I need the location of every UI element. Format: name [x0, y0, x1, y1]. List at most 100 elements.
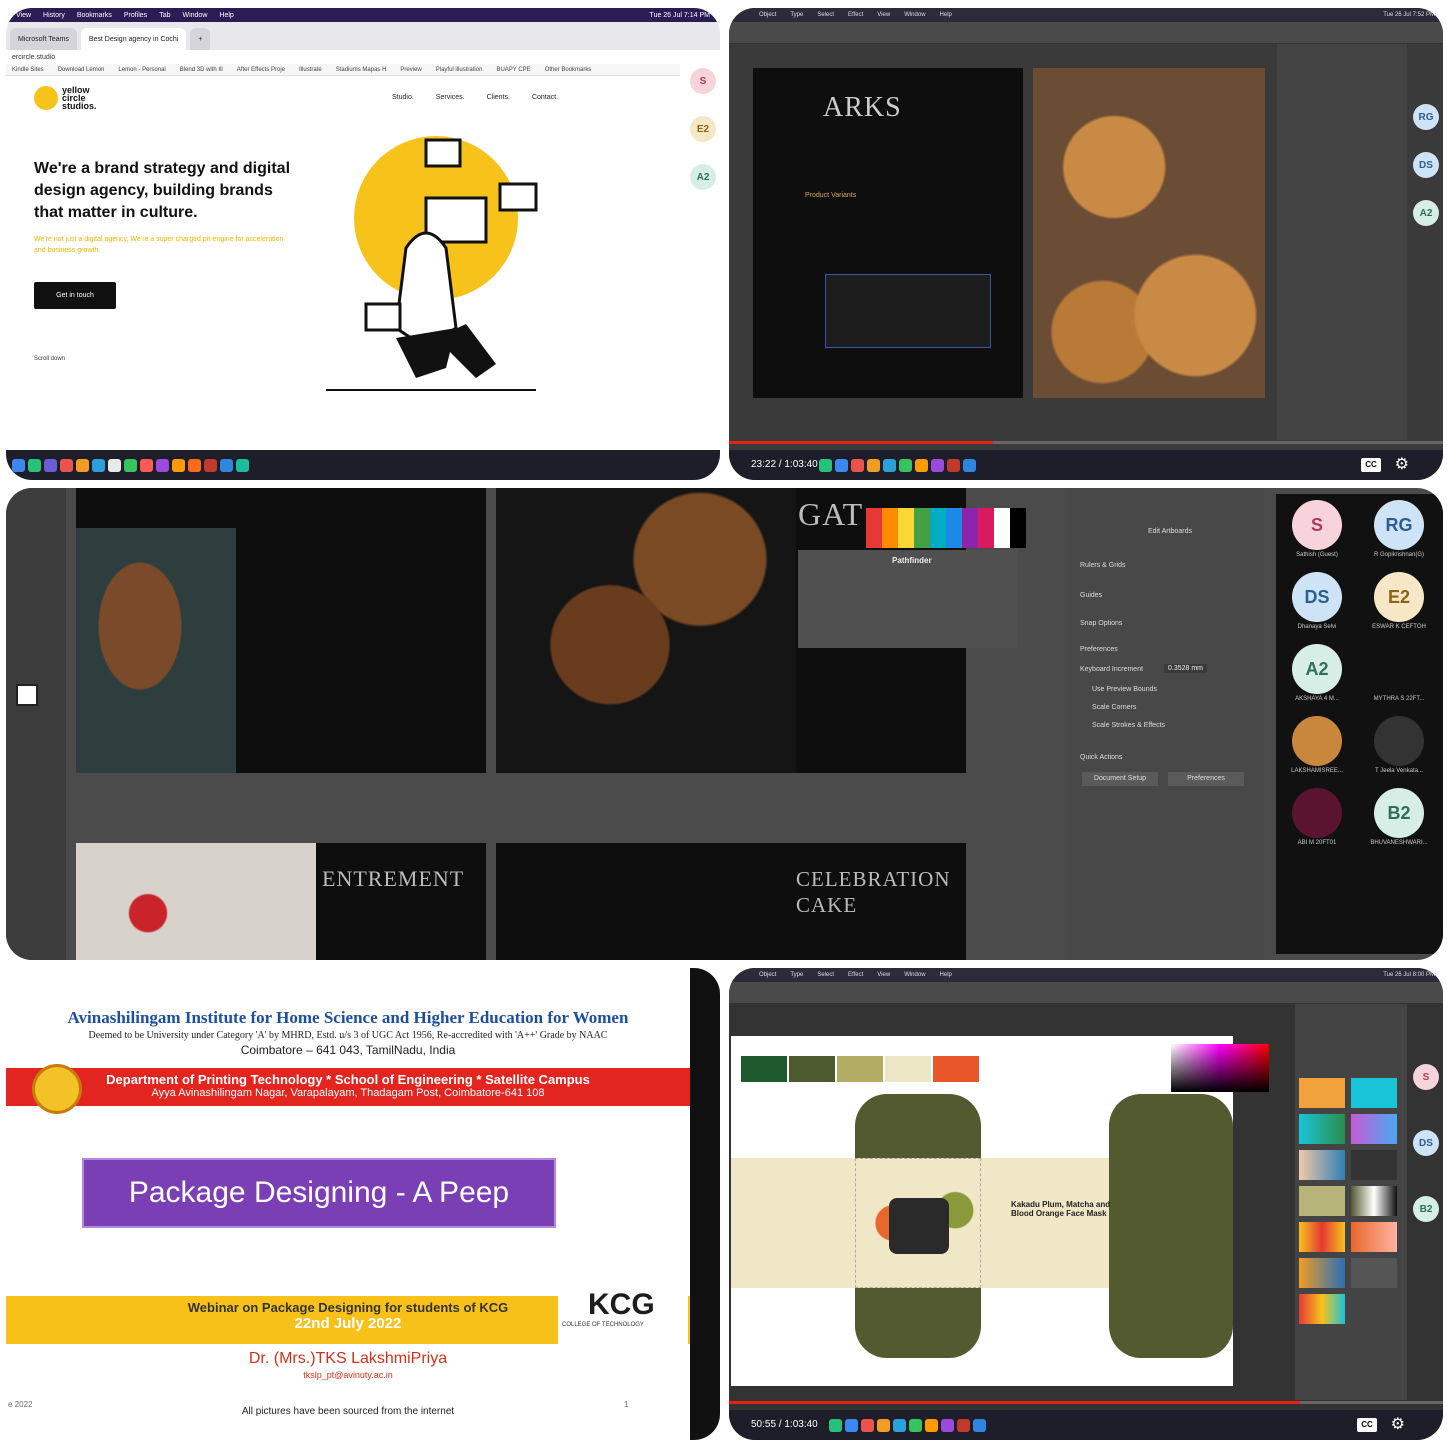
captions-icon[interactable]: CC — [1361, 458, 1381, 472]
captions-icon[interactable]: CC — [1357, 1418, 1377, 1432]
menu-item[interactable]: Help — [940, 972, 952, 978]
app-icon[interactable] — [915, 458, 928, 472]
app-icon[interactable] — [172, 458, 185, 472]
menu-item[interactable]: Object — [759, 972, 776, 978]
menu-item[interactable]: View — [877, 972, 890, 978]
bookmark[interactable]: Preview — [400, 67, 421, 73]
app-icon[interactable] — [124, 458, 137, 472]
app-icon[interactable] — [893, 1418, 906, 1432]
participant-avatar[interactable] — [1374, 716, 1424, 766]
app-icon[interactable] — [12, 458, 25, 472]
video-progress[interactable] — [729, 441, 1443, 444]
bookmark[interactable]: BUAPY CPE — [496, 67, 530, 73]
artboard-cake-3[interactable] — [316, 843, 486, 960]
app-icon[interactable] — [76, 458, 89, 472]
bookmark[interactable]: Download Lemon — [58, 67, 105, 73]
library-item[interactable] — [1351, 1078, 1397, 1108]
bookmark[interactable]: Illustrate — [299, 67, 322, 73]
app-icon[interactable] — [156, 458, 169, 472]
participant-avatar[interactable]: DS — [1413, 152, 1439, 178]
app-icon[interactable] — [204, 458, 217, 472]
settings-gear-icon[interactable]: ⚙ — [1395, 454, 1409, 474]
library-item[interactable] — [1299, 1294, 1345, 1324]
color-picker[interactable] — [1171, 1044, 1269, 1092]
menu-item[interactable]: Effect — [848, 12, 863, 18]
color-swatch[interactable] — [837, 1056, 883, 1082]
properties-panel[interactable] — [1277, 44, 1407, 440]
menu-item[interactable]: Help — [219, 12, 233, 19]
participant-avatar[interactable] — [1292, 788, 1342, 838]
app-icon[interactable] — [973, 1418, 986, 1432]
keyboard-increment-input[interactable]: 0.3528 mm — [1164, 664, 1208, 673]
color-swatch[interactable] — [741, 1056, 787, 1082]
bookmark[interactable]: Playful illustration — [436, 67, 483, 73]
menu-item[interactable]: Effect — [848, 972, 863, 978]
app-icon[interactable] — [877, 1418, 890, 1432]
app-icon[interactable] — [108, 458, 121, 472]
document-setup-button[interactable]: Document Setup — [1082, 772, 1158, 786]
bookmark[interactable]: Stadiums Mapas H — [336, 67, 387, 73]
menu-item[interactable]: Profiles — [124, 12, 147, 19]
address-bar[interactable]: ercircle.studio — [6, 50, 680, 64]
color-swatch[interactable] — [789, 1056, 835, 1082]
library-item[interactable] — [1299, 1186, 1345, 1216]
nav-studio[interactable]: Studio. — [392, 94, 414, 101]
app-icon[interactable] — [92, 458, 105, 472]
app-icon[interactable] — [963, 458, 976, 472]
menu-item[interactable]: Type — [790, 12, 803, 18]
participant-avatar[interactable] — [1292, 716, 1342, 766]
participant-avatar[interactable]: E2 — [1374, 572, 1424, 622]
app-icon[interactable] — [909, 1418, 922, 1432]
menu-item[interactable]: Window — [904, 12, 925, 18]
scale-strokes-checkbox[interactable]: Scale Strokes & Effects — [1092, 722, 1165, 729]
app-icon[interactable] — [188, 458, 201, 472]
properties-panel[interactable]: Edit Artboards Rulers & Grids Guides Sna… — [1068, 488, 1264, 960]
tools-panel[interactable] — [6, 488, 66, 960]
video-progress[interactable] — [729, 1401, 1443, 1404]
app-icon[interactable] — [925, 1418, 938, 1432]
preferences-button[interactable]: Preferences — [1168, 772, 1244, 786]
new-tab-button[interactable]: + — [190, 28, 211, 50]
app-icon[interactable] — [899, 458, 912, 472]
app-icon[interactable] — [941, 1418, 954, 1432]
library-item[interactable] — [1351, 1294, 1397, 1324]
tab-agency[interactable]: Best Design agency in Cochi — [80, 28, 187, 50]
participant-avatar[interactable]: DS — [1292, 572, 1342, 622]
participant-avatar[interactable]: E2 — [690, 116, 716, 142]
library-item[interactable] — [1351, 1258, 1397, 1288]
app-icon[interactable] — [60, 458, 73, 472]
bookmark[interactable]: After Effects Proje — [237, 67, 285, 73]
bookmark[interactable]: Blend 3D with Ill — [180, 67, 223, 73]
edit-artboards-button[interactable]: Edit Artboards — [1148, 528, 1192, 535]
participant-avatar[interactable]: S — [1292, 500, 1342, 550]
library-item[interactable] — [1299, 1222, 1345, 1252]
pathfinder-panel[interactable]: Pathfinder — [798, 550, 1018, 648]
color-swatch[interactable] — [885, 1056, 931, 1082]
app-icon[interactable] — [28, 458, 41, 472]
participant-avatar[interactable]: DS — [1413, 1130, 1439, 1156]
pathfinder-tab[interactable]: Pathfinder — [892, 556, 932, 565]
settings-gear-icon[interactable]: ⚙ — [1391, 1414, 1405, 1434]
app-icon[interactable] — [819, 458, 832, 472]
participant-avatar[interactable]: A2 — [690, 164, 716, 190]
nav-contact[interactable]: Contact. — [532, 94, 558, 101]
logo-circle-icon[interactable] — [34, 86, 58, 110]
scale-corners-checkbox[interactable]: Scale Corners — [1092, 704, 1136, 711]
app-icon[interactable] — [236, 458, 249, 472]
participant-avatar[interactable]: B2 — [1374, 788, 1424, 838]
menu-item[interactable]: Object — [759, 12, 776, 18]
app-icon[interactable] — [957, 1418, 970, 1432]
app-icon[interactable] — [851, 458, 864, 472]
menu-item[interactable]: Type — [790, 972, 803, 978]
app-icon[interactable] — [947, 458, 960, 472]
app-icon[interactable] — [220, 458, 233, 472]
menu-item[interactable]: Help — [940, 12, 952, 18]
library-item[interactable] — [1299, 1258, 1345, 1288]
swatches-panel[interactable] — [866, 508, 1026, 548]
library-item[interactable] — [1299, 1078, 1345, 1108]
scroll-down-label[interactable]: Scroll down — [34, 356, 65, 362]
get-in-touch-button[interactable]: Get in touch — [34, 282, 116, 309]
tab-teams[interactable]: Microsoft Teams — [10, 28, 77, 50]
library-item[interactable] — [1351, 1150, 1397, 1180]
artboard-dieline[interactable]: Kakadu Plum, Matcha and Blood Orange Fac… — [731, 1036, 1233, 1386]
